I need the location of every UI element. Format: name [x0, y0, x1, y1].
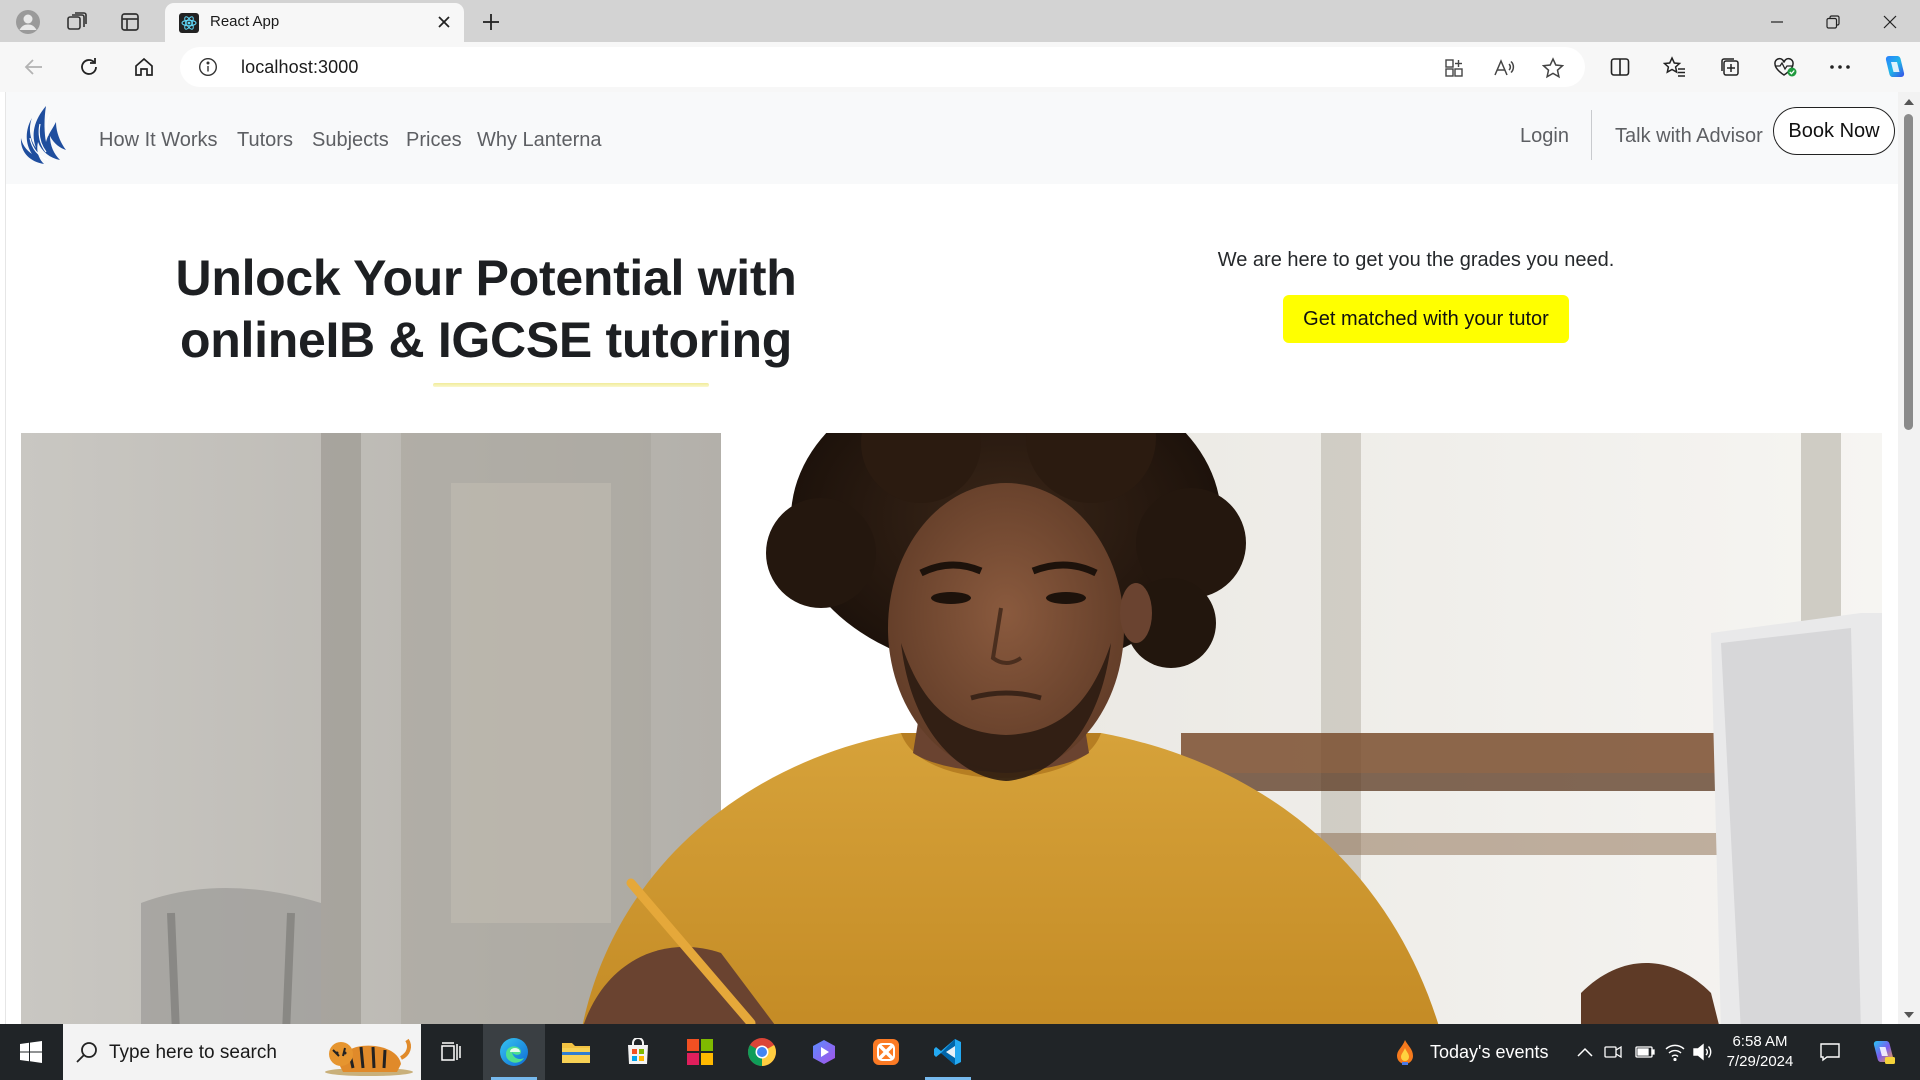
hero-underline — [433, 383, 709, 387]
tiger-search-highlight-icon — [319, 1028, 415, 1080]
store-icon[interactable] — [607, 1024, 669, 1080]
scroll-thumb[interactable] — [1904, 114, 1913, 430]
taskbar-search-box[interactable]: Type here to search — [63, 1024, 421, 1080]
copilot-icon[interactable] — [1880, 53, 1908, 81]
copilot-taskbar-icon[interactable] — [1862, 1024, 1902, 1080]
new-tab-icon[interactable] — [478, 9, 504, 35]
hero-title-line1: Unlock Your Potential with — [175, 250, 797, 306]
app-available-icon[interactable] — [1442, 56, 1466, 80]
react-favicon-icon — [179, 13, 199, 33]
hero-tagline: We are here to get you the grades you ne… — [1217, 249, 1615, 271]
page-viewport: How It Works Tutors Subjects Prices Why … — [5, 92, 1898, 1024]
weather-icon[interactable] — [1390, 1024, 1420, 1080]
office-icon[interactable] — [669, 1024, 731, 1080]
battery-icon[interactable] — [1632, 1024, 1658, 1080]
back-icon[interactable] — [20, 53, 48, 81]
split-screen-icon[interactable] — [1606, 53, 1634, 81]
todays-events-text[interactable]: Today's events — [1430, 1042, 1549, 1063]
url-text[interactable]: localhost:3000 — [241, 57, 359, 78]
nav-divider — [1591, 110, 1592, 160]
browser-tab-strip: React App — [0, 0, 1920, 42]
favorites-icon[interactable] — [1661, 53, 1689, 81]
tab-actions-icon[interactable] — [117, 9, 143, 35]
tab-react-app[interactable]: React App — [165, 3, 464, 42]
search-placeholder: Type here to search — [109, 1042, 277, 1063]
windows-start-icon[interactable] — [0, 1024, 62, 1080]
network-icon[interactable] — [1662, 1024, 1688, 1080]
hero-student-photo — [21, 433, 1882, 1024]
clock-time: 6:58 AM — [1732, 1033, 1788, 1050]
get-matched-button[interactable]: Get matched with your tutor — [1283, 295, 1569, 343]
restore-icon[interactable] — [1820, 9, 1846, 35]
more-icon[interactable] — [1826, 53, 1854, 81]
book-now-button[interactable]: Book Now — [1773, 107, 1895, 155]
vscode-icon[interactable] — [917, 1024, 979, 1080]
login-link[interactable]: Login — [1520, 125, 1569, 148]
windows-taskbar: Type here to search Today's events 6:58 … — [0, 1024, 1920, 1080]
favorite-star-icon[interactable] — [1541, 56, 1565, 80]
search-icon — [75, 1040, 99, 1069]
file-explorer-icon[interactable] — [545, 1024, 607, 1080]
notification-icon[interactable] — [1812, 1024, 1848, 1080]
lanterna-logo[interactable] — [16, 104, 70, 174]
task-view-icon[interactable] — [420, 1024, 482, 1080]
hero-title: Unlock Your Potential with onlineIB & IG… — [141, 247, 831, 371]
copilot-app-icon[interactable] — [793, 1024, 855, 1080]
address-bar[interactable]: localhost:3000 — [180, 47, 1585, 87]
browser-toolbar: localhost:3000 — [0, 42, 1920, 92]
nav-link-subjects[interactable]: Subjects — [312, 129, 389, 152]
site-navbar: How It Works Tutors Subjects Prices Why … — [6, 92, 1898, 184]
meet-icon[interactable] — [1600, 1024, 1626, 1080]
edge-icon[interactable] — [483, 1024, 545, 1080]
close-icon[interactable] — [434, 12, 454, 32]
chevron-up-icon[interactable] — [1572, 1024, 1598, 1080]
scroll-up-arrow-icon[interactable] — [1903, 95, 1915, 107]
nav-link-prices[interactable]: Prices — [406, 129, 462, 152]
page-scrollbar[interactable] — [1898, 92, 1920, 1024]
info-icon[interactable] — [198, 57, 218, 77]
hero-title-line2: onlineIB & IGCSE tutoring — [180, 312, 792, 368]
minimize-icon[interactable] — [1764, 9, 1790, 35]
refresh-icon[interactable] — [75, 53, 103, 81]
chrome-icon[interactable] — [731, 1024, 793, 1080]
taskbar-clock[interactable]: 6:58 AM 7/29/2024 — [1710, 1032, 1810, 1072]
profile-icon[interactable] — [15, 9, 41, 35]
nav-link-tutors[interactable]: Tutors — [237, 129, 293, 152]
clock-date: 7/29/2024 — [1726, 1053, 1794, 1070]
xampp-icon[interactable] — [855, 1024, 917, 1080]
home-icon[interactable] — [130, 53, 158, 81]
talk-with-advisor-link[interactable]: Talk with Advisor — [1615, 125, 1763, 148]
nav-link-how-it-works[interactable]: How It Works — [99, 129, 218, 152]
browser-essentials-icon[interactable] — [1771, 53, 1799, 81]
window-close-icon[interactable] — [1877, 9, 1903, 35]
tab-title: React App — [210, 13, 280, 30]
scroll-down-arrow-icon[interactable] — [1903, 1008, 1915, 1020]
nav-link-why-lanterna[interactable]: Why Lanterna — [477, 129, 602, 152]
read-aloud-icon[interactable] — [1492, 56, 1516, 80]
collections-icon[interactable] — [1716, 53, 1744, 81]
workspaces-icon[interactable] — [64, 9, 90, 35]
